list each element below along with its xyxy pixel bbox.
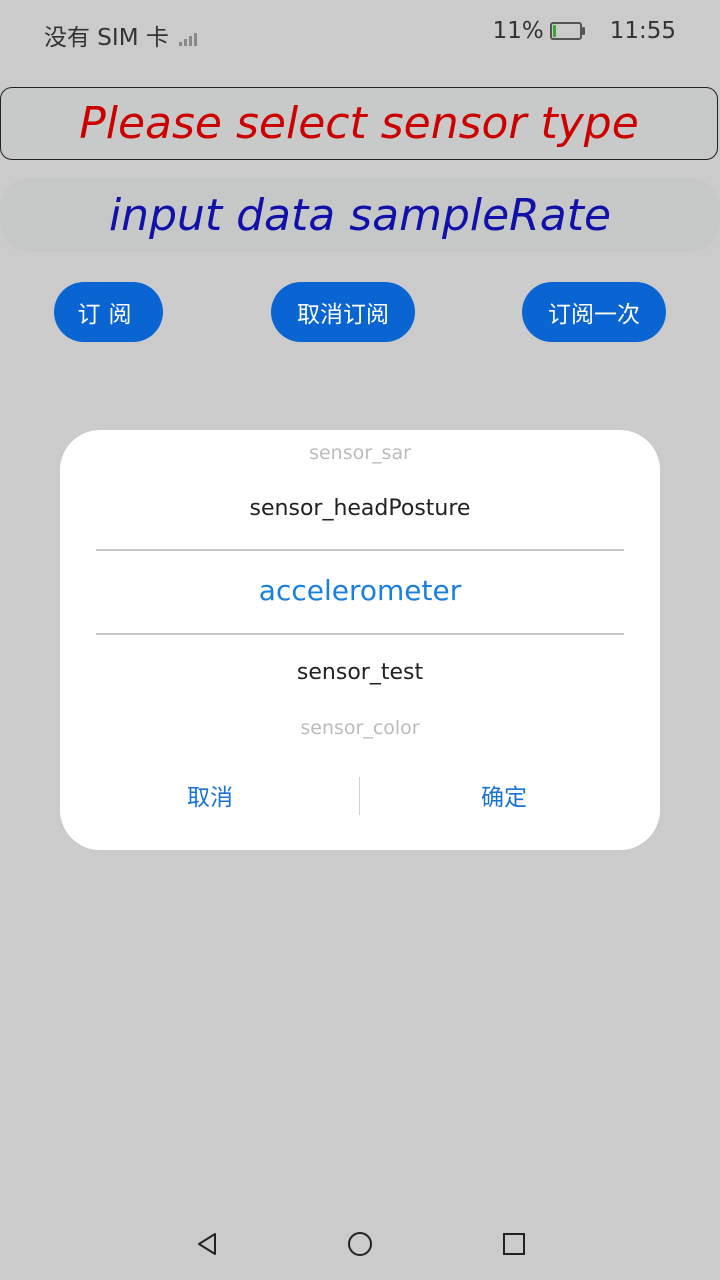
sample-rate-placeholder: input data sampleRate (108, 189, 612, 241)
subscribe-button[interactable]: 订阅 (54, 282, 163, 342)
carrier-text: 没有 SIM 卡 (44, 25, 169, 51)
picker-item[interactable]: sensor_sar (60, 442, 660, 464)
status-bar: 没有 SIM 卡 11% 11:55 (0, 0, 720, 70)
dialog-confirm-button[interactable]: 确定 (360, 775, 648, 815)
battery-percent: 11% (492, 18, 544, 44)
battery-icon (549, 22, 585, 40)
navigation-bar (0, 1212, 720, 1276)
status-right: 11% 11:55 (493, 18, 676, 44)
picker-item[interactable]: sensor_headPosture (60, 496, 660, 521)
clock: 11:55 (609, 18, 676, 44)
picker-divider (96, 633, 624, 635)
back-icon[interactable] (196, 1232, 218, 1256)
subscribe-once-button[interactable]: 订阅一次 (522, 282, 666, 342)
unsubscribe-button[interactable]: 取消订阅 (271, 282, 415, 342)
picker-item-selected[interactable]: accelerometer (60, 574, 660, 607)
carrier-status: 没有 SIM 卡 (44, 18, 197, 52)
picker-item[interactable]: sensor_color (60, 717, 660, 739)
sample-rate-input[interactable]: input data sampleRate (0, 178, 720, 252)
sensor-picker-dialog: sensor_sar sensor_headPosture accelerome… (60, 430, 660, 850)
sensor-type-select[interactable]: Please select sensor type (0, 87, 718, 160)
signal-icon (178, 28, 197, 46)
dialog-cancel-button[interactable]: 取消 (60, 775, 360, 815)
home-icon[interactable] (348, 1232, 372, 1256)
recent-apps-icon[interactable] (503, 1233, 525, 1255)
picker-divider (96, 549, 624, 551)
picker-item[interactable]: sensor_test (60, 660, 660, 685)
sensor-type-placeholder: Please select sensor type (79, 98, 639, 149)
